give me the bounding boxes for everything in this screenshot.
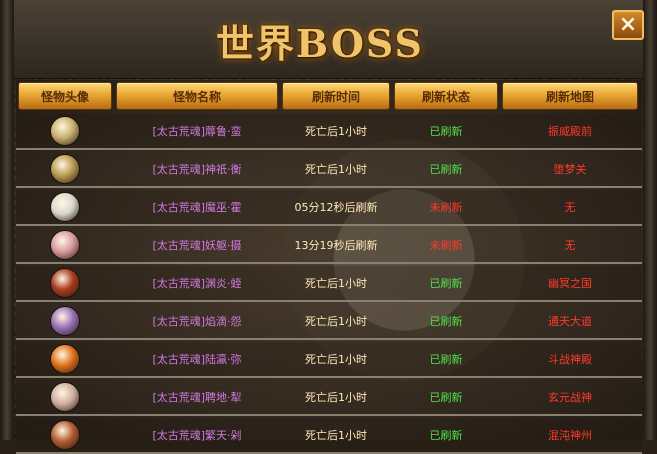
bronze-demon-avatar: [50, 420, 80, 450]
refresh-time: 死亡后1小时: [305, 277, 367, 290]
boss-name: [太古荒魂]陆瀛·弥: [152, 353, 242, 366]
refresh-time: 死亡后1小时: [305, 353, 367, 366]
panel-border-left: [0, 0, 14, 440]
column-header-time: 刷新时间: [282, 82, 390, 110]
boss-name: [太古荒魂]魔巫·霍: [152, 201, 242, 214]
avatar-cell: [18, 114, 112, 148]
armored-warrior-avatar: [50, 154, 80, 184]
horned-demon-avatar: [50, 116, 80, 146]
avatar-cell: [18, 266, 112, 300]
fire-demon-avatar: [50, 268, 80, 298]
avatar-cell: [18, 304, 112, 338]
boss-panel: 世界BOSS × 怪物头像 怪物名称 刷新时间 刷新状态 刷新地图 [太古荒魂]…: [0, 0, 657, 454]
refresh-time: 13分19秒后刷新: [294, 239, 378, 252]
column-header-name: 怪物名称: [116, 82, 278, 110]
violet-wraith-avatar: [50, 306, 80, 336]
boss-table: 怪物头像 怪物名称 刷新时间 刷新状态 刷新地图 [太古荒魂]蓐鲁·蛮死亡后1小…: [16, 80, 642, 454]
refresh-time: 死亡后1小时: [305, 391, 367, 404]
refresh-map: 无: [564, 201, 576, 214]
column-header-status: 刷新状态: [394, 82, 498, 110]
table-row[interactable]: [太古荒魂]妖躯·摄 13分19秒后刷新 未刷新 无: [16, 228, 642, 264]
boss-name: [太古荒魂]妖躯·摄: [152, 239, 242, 252]
column-header-avatar: 怪物头像: [18, 82, 112, 110]
close-button[interactable]: ×: [612, 10, 644, 40]
table-row[interactable]: [太古荒魂]繁天·剁 死亡后1小时 已刷新 混沌神州: [16, 418, 642, 454]
refresh-map: 幽冥之国: [548, 277, 592, 290]
panel-border-right: [643, 0, 657, 440]
table-header: 怪物头像 怪物名称 刷新时间 刷新状态 刷新地图: [16, 80, 642, 112]
refresh-time: 死亡后1小时: [305, 429, 367, 442]
avatar-cell: [18, 342, 112, 376]
boss-name: [太古荒魂]渊炎·蛭: [152, 277, 242, 290]
table-row[interactable]: [太古荒魂]陆瀛·弥 死亡后1小时 已刷新 斗战神殿: [16, 342, 642, 378]
refresh-status: 已刷新: [429, 315, 463, 328]
refresh-status: 已刷新: [429, 277, 463, 290]
table-row[interactable]: [太古荒魂]渊炎·蛭 死亡后1小时 已刷新 幽冥之国: [16, 266, 642, 302]
pale-beast-avatar: [50, 192, 80, 222]
boss-name: [太古荒魂]聘地·犁: [152, 391, 242, 404]
table-row[interactable]: [太古荒魂]焰滴·怨 死亡后1小时 已刷新 通天大道: [16, 304, 642, 340]
refresh-status: 已刷新: [429, 429, 463, 442]
boss-name: [太古荒魂]蓐鲁·蛮: [152, 125, 242, 138]
refresh-status: 已刷新: [429, 353, 463, 366]
refresh-map: 无: [564, 239, 576, 252]
refresh-map: 混沌神州: [548, 429, 592, 442]
avatar-cell: [18, 190, 112, 224]
boss-name: [太古荒魂]焰滴·怨: [152, 315, 242, 328]
refresh-time: 死亡后1小时: [305, 163, 367, 176]
pink-demon-avatar: [50, 230, 80, 260]
refresh-status: 未刷新: [429, 201, 463, 214]
avatar-cell: [18, 418, 112, 452]
table-row[interactable]: [太古荒魂]蓐鲁·蛮 死亡后1小时 已刷新 振威殿前: [16, 114, 642, 150]
refresh-time: 死亡后1小时: [305, 315, 367, 328]
stone-giant-avatar: [50, 382, 80, 412]
table-row[interactable]: [太古荒魂]魔巫·霍 05分12秒后刷新 未刷新 无: [16, 190, 642, 226]
refresh-map: 堕梦关: [553, 163, 587, 176]
refresh-time: 05分12秒后刷新: [294, 201, 378, 214]
refresh-status: 已刷新: [429, 163, 463, 176]
flame-beast-avatar: [50, 344, 80, 374]
refresh-status: 已刷新: [429, 125, 463, 138]
table-row[interactable]: [太古荒魂]聘地·犁 死亡后1小时 已刷新 玄元战神: [16, 380, 642, 416]
table-row[interactable]: [太古荒魂]神祇·衡 死亡后1小时 已刷新 堕梦关: [16, 152, 642, 188]
refresh-status: 未刷新: [429, 239, 463, 252]
close-icon: ×: [618, 12, 638, 37]
boss-name: [太古荒魂]神祇·衡: [152, 163, 242, 176]
title-area: 世界BOSS: [205, 12, 435, 68]
refresh-status: 已刷新: [429, 391, 463, 404]
panel-title: 世界BOSS: [216, 20, 424, 66]
refresh-map: 玄元战神: [548, 391, 592, 404]
boss-name: [太古荒魂]繁天·剁: [152, 429, 242, 442]
avatar-cell: [18, 228, 112, 262]
refresh-map: 斗战神殿: [548, 353, 592, 366]
refresh-map: 通天大道: [548, 315, 592, 328]
avatar-cell: [18, 380, 112, 414]
refresh-time: 死亡后1小时: [305, 125, 367, 138]
avatar-cell: [18, 152, 112, 186]
column-header-map: 刷新地图: [502, 82, 638, 110]
refresh-map: 振威殿前: [548, 125, 592, 138]
